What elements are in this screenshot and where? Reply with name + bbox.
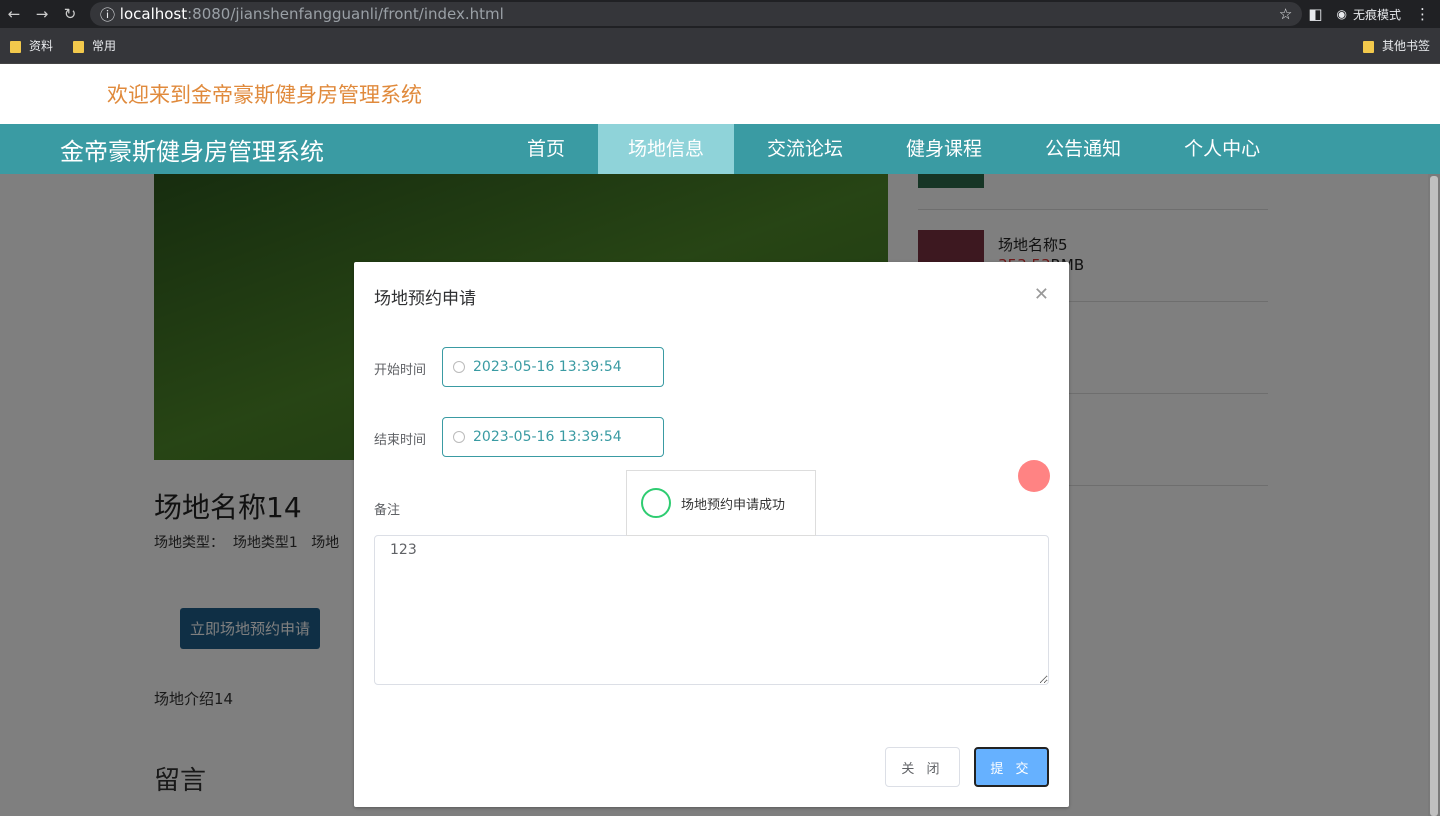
note-textarea[interactable]: 123 [374,535,1049,685]
smile-icon [641,488,671,518]
sidebar-toggle-icon[interactable]: ◧ [1308,5,1322,23]
other-bookmarks[interactable]: 其他书签 [1362,37,1430,54]
nav-profile[interactable]: 个人中心 [1154,124,1290,174]
note-label: 备注 [374,503,401,518]
welcome-banner: 欢迎来到金帝豪斯健身房管理系统 [107,83,422,107]
forward-icon[interactable]: → [28,5,56,23]
star-icon[interactable]: ☆ [1279,5,1292,23]
close-icon[interactable]: ✕ [1034,284,1049,305]
incognito-icon: ◉ [1336,7,1347,21]
dialog-title: 场地预约申请 [374,289,476,309]
close-button[interactable]: 关 闭 [885,747,960,787]
browser-toolbar: ← → ↻ ⓘ localhost:8080/jianshenfangguanl… [0,0,1440,28]
nav-notices[interactable]: 公告通知 [1015,124,1151,174]
nav-courses[interactable]: 健身课程 [876,124,1012,174]
bookmark-folder[interactable]: 常用 [73,37,116,54]
cursor-highlight [1018,460,1050,492]
clock-icon [453,361,465,373]
back-icon[interactable]: ← [0,5,28,23]
reload-icon[interactable]: ↻ [56,5,84,23]
bookmark-folder[interactable]: 资料 [10,37,53,54]
clock-icon [453,431,465,443]
end-time-input[interactable]: 2023-05-16 13:39:54 [442,417,664,457]
nav-venues[interactable]: 场地信息 [598,124,735,174]
menu-icon[interactable]: ⋮ [1415,5,1430,23]
address-bar[interactable]: ⓘ localhost:8080/jianshenfangguanli/fron… [90,2,1303,26]
incognito-badge[interactable]: ◉ 无痕模式 [1337,6,1402,23]
scrollbar-thumb[interactable] [1430,176,1438,816]
folder-icon [10,40,21,53]
main-nav: 金帝豪斯健身房管理系统 首页 场地信息 交流论坛 健身课程 公告通知 个人中心 [0,124,1440,174]
folder-icon [73,40,85,53]
start-time-label: 开始时间 [374,363,427,378]
info-icon: ⓘ [100,5,120,24]
bookmarks-bar: 资料 常用 其他书签 [0,28,1440,64]
page-scrollbar[interactable] [1428,174,1440,816]
end-time-label: 结束时间 [374,433,427,448]
folder-icon [1362,40,1374,53]
site-brand[interactable]: 金帝豪斯健身房管理系统 [60,132,497,167]
start-time-input[interactable]: 2023-05-16 13:39:54 [442,347,664,387]
nav-forum[interactable]: 交流论坛 [737,124,873,174]
nav-home[interactable]: 首页 [497,124,595,174]
success-toast: 场地预约申请成功 [626,470,816,536]
submit-button[interactable]: 提 交 [974,747,1049,787]
